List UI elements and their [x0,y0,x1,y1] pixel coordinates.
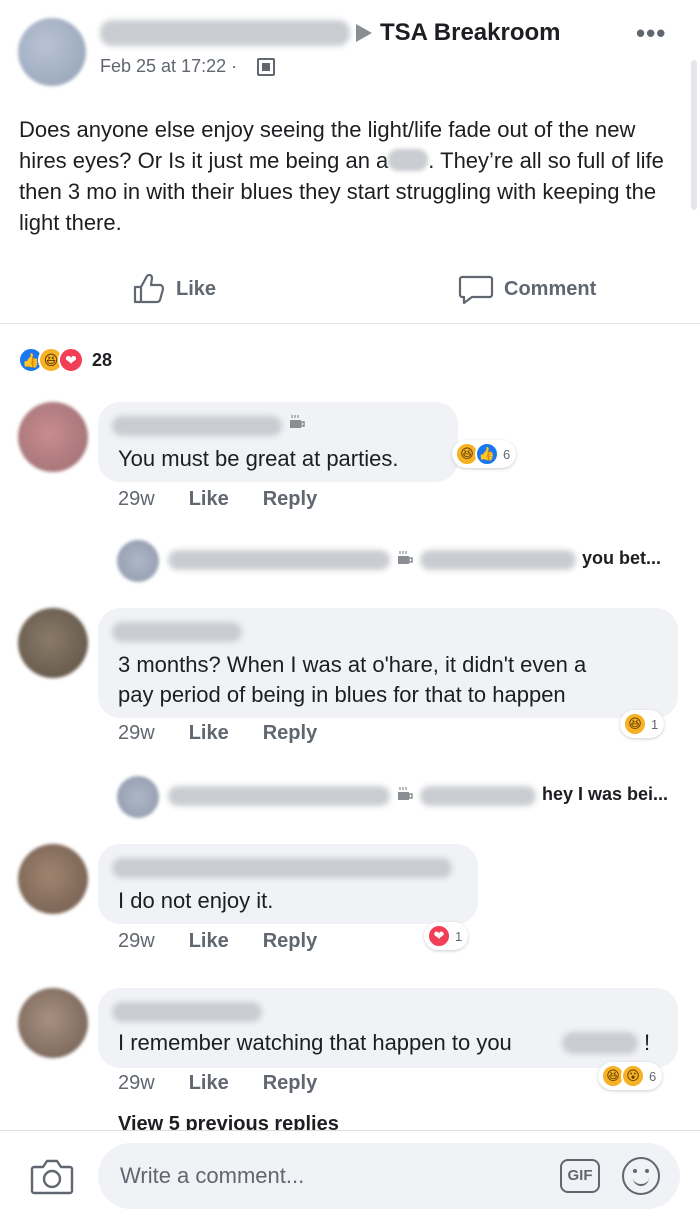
comment-time[interactable]: 29w [118,930,155,953]
comment-bubble: You must be great at parties. [98,402,458,482]
comment-time[interactable]: 29w [118,488,155,511]
comment-meta: 29w Like Reply [118,488,317,511]
reactions-summary[interactable]: 👍 😆 ❤ 28 [18,345,112,375]
comment-reactions[interactable]: 😆 1 [620,710,665,738]
reply-text-redacted [420,786,536,806]
commenter-avatar[interactable] [18,844,88,914]
wow-reaction-icon: 😮 [621,1064,645,1088]
audience-group-icon [257,58,275,76]
replier-avatar [117,776,159,818]
commenter-name-redacted[interactable] [112,622,242,642]
comment-reactions[interactable]: ❤ 1 [424,922,469,950]
author-name-redacted[interactable] [100,20,350,46]
post-header: TSA Breakroom Feb 25 at 17:22 · ••• [0,0,700,100]
comment-composer: Write a comment... GIF [0,1130,700,1217]
comment-meta: 29w Like Reply [118,930,317,953]
comment-bubble: I remember watching that happen to you ! [98,988,678,1068]
scrollbar[interactable] [691,60,697,210]
comment-reply-link[interactable]: Reply [263,488,317,511]
like-reaction-icon: 👍 [475,442,499,466]
comment-text: I do not enjoy it. [118,888,274,913]
comment-bubble-icon [458,275,494,305]
replier-name-redacted [168,786,390,806]
reply-text-redacted [420,550,576,570]
love-reaction-icon: ❤ [427,924,451,948]
commenter-name-redacted[interactable] [112,416,282,436]
emoji-icon[interactable] [622,1157,660,1195]
commenter-avatar[interactable] [18,608,88,678]
comment-bubble: 3 months? When I was at o'hare, it didn'… [98,608,678,718]
comment-reaction-count: 6 [649,1068,657,1084]
gif-icon[interactable]: GIF [560,1159,600,1193]
haha-reaction-icon: 😆 [623,712,647,736]
comment-reactions[interactable]: 😆 👍 6 [452,440,517,468]
comment-text-line2: pay period of being in blues for that to… [118,682,566,707]
like-button-label: Like [176,277,217,300]
reply-preview[interactable]: hey I was bei... [0,772,700,820]
comment-reply-link[interactable]: Reply [263,930,317,953]
comment-text-line1: 3 months? When I was at o'hare, it didn'… [118,652,587,677]
thumbs-up-icon [133,273,165,304]
comment-reply-link[interactable]: Reply [263,1072,317,1095]
replier-name-redacted [168,550,390,570]
commenter-name-redacted[interactable] [112,1002,262,1022]
badge-icon [398,787,413,800]
post-timestamp[interactable]: Feb 25 at 17:22 · [100,56,237,77]
comment-button-label: Comment [504,277,597,300]
badge-icon [398,551,413,564]
comment-meta: 29w Like Reply [118,1072,317,1095]
redacted-word [388,149,429,171]
reply-preview[interactable]: you bet... [0,536,700,584]
comment-item: You must be great at parties. 😆 👍 6 29w … [0,400,700,520]
post-action-bar: Like Comment [0,254,700,324]
comment-text: I remember watching that happen to you [118,1030,512,1055]
more-options-icon[interactable]: ••• [636,18,666,49]
view-previous-replies-link[interactable]: View 5 previous replies [118,1113,339,1131]
comment-item: I remember watching that happen to you !… [0,986,700,1106]
author-avatar[interactable] [18,18,86,86]
comment-button[interactable]: Comment [458,272,596,306]
comment-like-link[interactable]: Like [189,722,229,745]
comment-text: You must be great at parties. [118,446,399,471]
reply-snippet: hey I was bei... [542,784,669,804]
comment-bubble: I do not enjoy it. [98,844,478,924]
commenter-avatar[interactable] [18,988,88,1058]
comment-reaction-count: 6 [503,446,511,462]
comment-reactions[interactable]: 😆 😮 6 [598,1062,663,1090]
comment-item: 3 months? When I was at o'hare, it didn'… [0,606,700,756]
commenter-avatar[interactable] [18,402,88,472]
post-body: Does anyone else enjoy seeing the light/… [19,114,679,238]
camera-icon[interactable] [30,1157,74,1195]
reaction-count: 28 [92,349,113,370]
commenter-name-redacted[interactable] [112,858,452,878]
comment-reaction-count: 1 [651,716,659,732]
comment-time[interactable]: 29w [118,722,155,745]
redacted-name-in-comment [562,1032,638,1054]
reply-snippet: you bet... [582,548,662,568]
comment-time[interactable]: 29w [118,1072,155,1095]
comment-text-end: ! [644,1030,651,1055]
comment-like-link[interactable]: Like [189,930,229,953]
replier-avatar [117,540,159,582]
group-name-link[interactable]: TSA Breakroom [380,19,561,47]
comment-like-link[interactable]: Like [189,488,229,511]
like-button[interactable]: Like [132,272,216,306]
love-reaction-icon: ❤ [58,347,84,373]
comment-reply-link[interactable]: Reply [263,722,317,745]
comment-meta: 29w Like Reply [118,722,317,745]
comment-reaction-count: 1 [455,928,463,944]
shared-to-arrow-icon [356,24,372,42]
badge-icon [290,415,305,428]
comment-item: I do not enjoy it. ❤ 1 29w Like Reply [0,842,700,962]
comment-like-link[interactable]: Like [189,1072,229,1095]
